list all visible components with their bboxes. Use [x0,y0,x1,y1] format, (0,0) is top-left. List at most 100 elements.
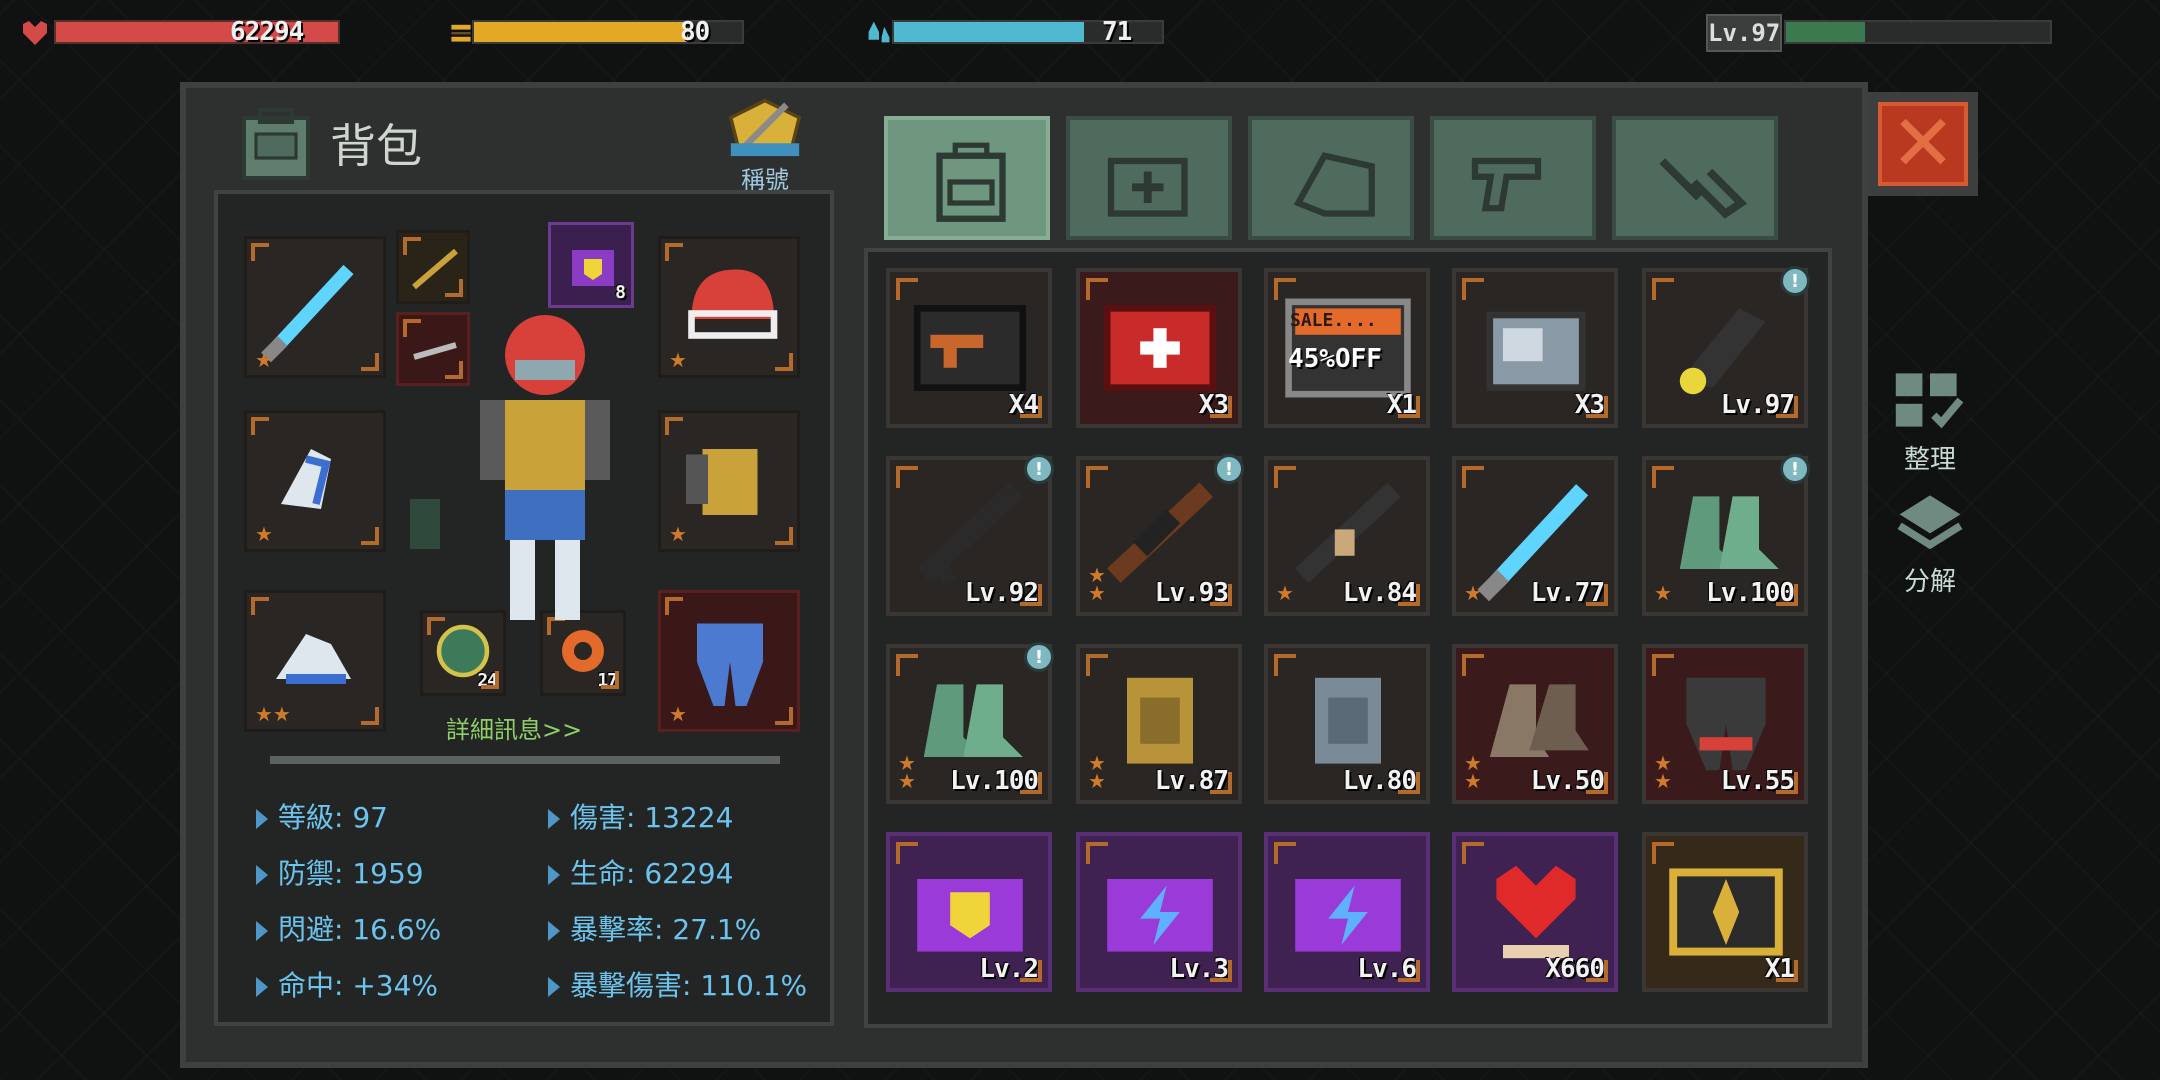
rifle-mini-icon [412,248,458,290]
item-label: Lv.87 [1154,766,1229,796]
item-label: Lv.100 [1706,578,1795,608]
inventory-item[interactable]: Lv.3 [1076,832,1242,992]
item-label: Lv.80 [1342,766,1417,796]
inventory-item[interactable]: X1 [1642,832,1808,992]
pistol-tab-icon [1471,157,1542,212]
helmet-icon [688,269,778,339]
new-item-badge: ! [1024,454,1054,484]
stat-accuracy: 命中: +34% [256,964,438,1004]
equip-slot-pants[interactable]: ★ [658,590,800,732]
inventory-item[interactable]: ★ ★ Lv.50 [1452,644,1618,804]
xp-fill [1786,22,1866,42]
equip-slot-boots[interactable]: ★★ [244,590,386,732]
rarity-stars: ★ [255,348,273,372]
rarity-stars: ★★ [1464,751,1482,793]
rarity-stars: ★★ [1088,751,1106,793]
food-value: 80 [680,17,710,47]
tab-tools[interactable] [1612,116,1778,240]
backpack-tab-icon [936,142,1006,222]
inventory-item[interactable]: ★ ★ Lv.55 [1642,644,1808,804]
equip-slot-sub2[interactable] [396,312,470,386]
coupon-line2: 45%OFF [1288,344,1382,374]
inventory-item[interactable]: ★ ★ Lv.87 [1076,644,1242,804]
supply-bag-icon [572,250,614,286]
equip-slot-sub1[interactable] [396,230,470,304]
medkit-tab-icon [1107,157,1188,217]
inventory-item[interactable]: ★ ★ Lv.93! [1076,454,1244,616]
inventory-item[interactable]: Lv.92! [886,454,1054,616]
rarity-stars: ★ [1654,581,1672,605]
water-drop-icon [868,21,890,43]
tab-backpack[interactable] [884,116,1050,240]
bullet-icon [256,977,268,997]
food-bar: 80 [448,16,744,48]
close-button[interactable]: ✕ [1868,92,1978,196]
inventory-item[interactable]: ★ Lv.100! [1642,454,1810,616]
organize-button[interactable]: 整理 [1890,368,1970,476]
item-label: Lv.3 [1169,954,1229,984]
inventory-item[interactable]: X3 [1076,268,1242,428]
armor-icon [686,449,758,515]
stat-crit-damage: 暴擊傷害: 110.1% [548,964,807,1004]
details-link[interactable]: 詳細訊息>> [446,710,582,745]
equip-slot-weapon[interactable]: ★ [244,236,386,378]
water-bar: 71 [866,16,1164,48]
equip-slot-armor[interactable]: ★ [658,410,800,552]
bullet-icon [256,809,268,829]
rarity-stars: ★ [669,348,687,372]
tab-weapons[interactable] [1430,116,1596,240]
equip-slot-gloves[interactable]: ★ [244,410,386,552]
new-item-badge: ! [1780,266,1810,296]
coupon-line1: SALE.... [1290,310,1377,331]
rarity-stars: ★★ [1654,751,1672,793]
item-label: X3 [1198,390,1229,420]
inventory-item[interactable]: SALE.... 45%OFF X1 [1264,268,1430,428]
item-label: Lv.97 [1720,390,1795,420]
sneakers-icon [276,634,351,684]
item-label: Lv.100 [950,766,1039,796]
item-label: Lv.6 [1357,954,1417,984]
inventory-item[interactable]: Lv.6 [1264,832,1430,992]
stat-defense: 防禦: 1959 [256,852,424,892]
stat-damage: 傷害: 13224 [548,796,733,836]
stat-level: 等級: 97 [256,796,388,836]
glove-icon [281,449,331,509]
inventory-item[interactable]: X3 [1452,268,1618,428]
bag-count: 8 [615,282,626,303]
tab-medical[interactable] [1066,116,1232,240]
bullet-icon [548,921,560,941]
item-label: X3 [1574,390,1605,420]
rarity-stars: ★★ [898,751,916,793]
water-fill [894,22,1085,42]
inventory-item[interactable]: X660 [1452,832,1618,992]
rarity-stars: ★★ [1088,563,1106,605]
pants-icon [697,623,763,706]
inventory-item[interactable]: Lv.80 [1264,644,1430,804]
new-item-badge: ! [1214,454,1244,484]
bullet-icon [548,865,560,885]
xp-bar [1784,16,2052,48]
rarity-stars: ★ [1276,581,1294,605]
rarity-stars: ★ [255,522,273,546]
inventory-item[interactable]: Lv.97! [1642,266,1810,428]
inventory-item[interactable]: ★ Lv.77 [1452,456,1618,616]
burger-icon [451,24,471,42]
stat-hp: 生命: 62294 [548,852,733,892]
bullet-icon [548,809,560,829]
lightsaber-icon [261,264,354,363]
inventory-item[interactable]: ★ ★ Lv.100! [886,642,1054,804]
equip-slot-helmet[interactable]: ★ [658,236,800,378]
bullet-icon [256,865,268,885]
gun-mini-icon [413,342,457,360]
equip-slot-bag[interactable]: 8 [548,222,634,308]
inventory-item[interactable]: X4 [886,268,1052,428]
inventory-item[interactable]: Lv.2 [886,832,1052,992]
disassemble-button[interactable]: 分解 [1890,490,1970,598]
item-label: Lv.2 [979,954,1039,984]
rarity-stars: ★ [669,702,687,726]
tab-materials[interactable] [1248,116,1414,240]
item-label: Lv.93 [1154,578,1229,608]
inventory-item[interactable]: ★ Lv.84 [1264,456,1430,616]
page-title: 背包 [330,119,422,173]
hp-bar: 62294 [20,16,340,48]
